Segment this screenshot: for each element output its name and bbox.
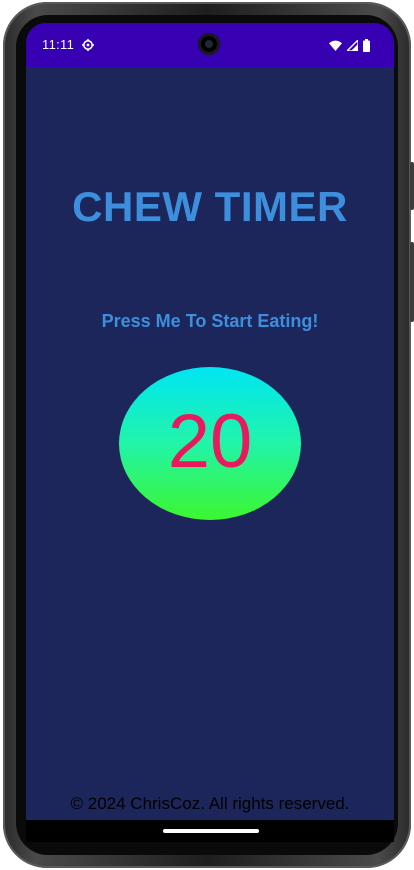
navigation-bar [26, 820, 394, 842]
status-icons [329, 38, 370, 52]
wifi-icon [329, 40, 342, 51]
app-screen: 11:11 CHEW TIMER Press Me To Start Eatin… [26, 23, 394, 842]
app-title: CHEW TIMER [72, 183, 348, 230]
start-eating-prompt[interactable]: Press Me To Start Eating! [26, 311, 394, 332]
signal-icon [347, 39, 358, 51]
front-camera [198, 33, 220, 55]
status-time: 11:11 [42, 37, 75, 52]
status-bar: 11:11 [26, 23, 394, 67]
copyright-footer: © 2024 ChrisCoz. All rights reserved. [70, 794, 350, 813]
home-gesture-handle[interactable] [163, 829, 259, 833]
volume-rocker [410, 242, 414, 322]
battery-icon [363, 38, 370, 52]
power-button [410, 162, 414, 210]
settings-gear-icon [82, 39, 94, 51]
chew-count: 20 [167, 398, 253, 484]
chew-counter-button[interactable]: 20 [119, 367, 301, 520]
